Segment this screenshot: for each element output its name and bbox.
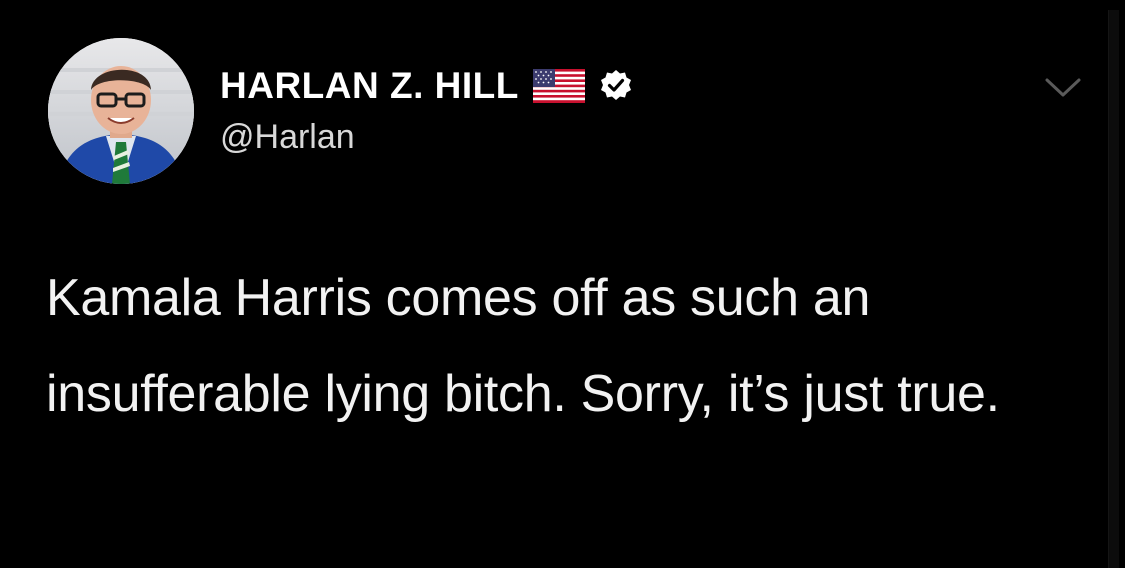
verified-icon (599, 69, 633, 103)
tweet-text: Kamala Harris comes off as such an insuf… (46, 269, 1000, 423)
avatar[interactable] (48, 38, 194, 184)
scrollbar[interactable] (1108, 10, 1119, 568)
author-display-name[interactable]: HARLAN Z. HILL (220, 65, 519, 107)
author-handle[interactable]: @Harlan (220, 118, 355, 157)
author-name-row[interactable]: HARLAN Z. HILL (220, 64, 633, 108)
chevron-down-icon[interactable] (1044, 76, 1082, 100)
avatar-image (48, 38, 194, 184)
tweet-card[interactable]: HARLAN Z. HILL @Harlan Kamala Harris com… (0, 0, 1125, 568)
us-flag-icon (532, 69, 585, 103)
